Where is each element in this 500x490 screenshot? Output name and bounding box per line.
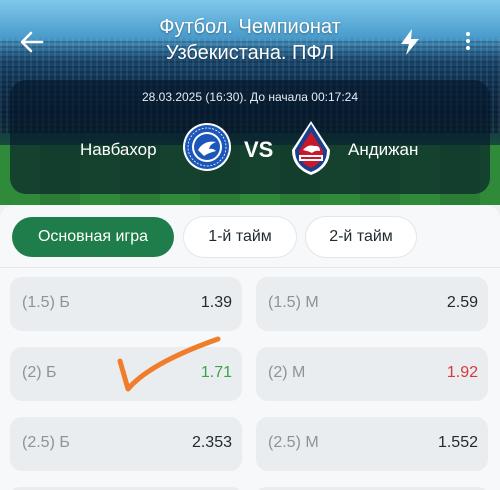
odds-value-rising: 1.71: [200, 364, 232, 381]
odds-value: 1.552: [437, 434, 478, 451]
home-team-logo: [183, 123, 231, 171]
odds-label: (2.5) Б: [22, 434, 70, 451]
back-arrow-icon[interactable]: [18, 28, 46, 56]
odds-button-over-2[interactable]: (2) Б 1.71: [10, 347, 242, 401]
tab-second-half[interactable]: 2-й тайм: [306, 217, 416, 257]
odds-value: 2.59: [446, 294, 478, 311]
tab-main-game[interactable]: Основная игра: [12, 217, 174, 257]
odds-button-under-2[interactable]: (2) М 1.92: [256, 347, 488, 401]
page-title: Футбол. Чемпионат Узбекистана. ПФЛ: [159, 16, 341, 64]
away-team-name: Андижан: [348, 140, 419, 159]
betting-content: Основная игра 1-й тайм 2-й тайм (1.5) Б …: [0, 205, 500, 490]
odds-button-under-2-5[interactable]: (2.5) М 1.552: [256, 417, 488, 471]
odds-value-falling: 1.92: [446, 364, 478, 381]
match-card: 28.03.2025 (16:30). До начала 00:17:24 Н…: [10, 80, 490, 194]
match-start-time: 28.03.2025 (16:30). До начала 00:17:24: [141, 90, 359, 104]
match-header: Футбол. Чемпионат Узбекистана. ПФЛ 28.03…: [0, 0, 500, 205]
odds-label: (2.5) М: [268, 434, 319, 451]
odds-value: 1.39: [200, 294, 232, 311]
odds-button-over-2-5[interactable]: (2.5) Б 2.353: [10, 417, 242, 471]
home-team-name: Навбахор: [80, 140, 157, 159]
away-team-logo: [292, 121, 330, 175]
odds-button-over-1-5[interactable]: (1.5) Б 1.39: [10, 277, 242, 331]
odds-button-under-1-5[interactable]: (1.5) М 2.59: [256, 277, 488, 331]
odds-value: 2.353: [191, 434, 232, 451]
tab-first-half[interactable]: 1-й тайм: [184, 217, 296, 257]
more-vertical-icon[interactable]: [462, 30, 474, 54]
vs-label: VS: [244, 137, 274, 162]
tabs-divider: [0, 267, 500, 268]
odds-label: (2) Б: [22, 364, 57, 381]
odds-label: (1.5) М: [268, 294, 319, 311]
lightning-icon[interactable]: [398, 28, 422, 56]
odds-label: (1.5) Б: [22, 294, 70, 311]
odds-label: (2) М: [268, 364, 306, 381]
